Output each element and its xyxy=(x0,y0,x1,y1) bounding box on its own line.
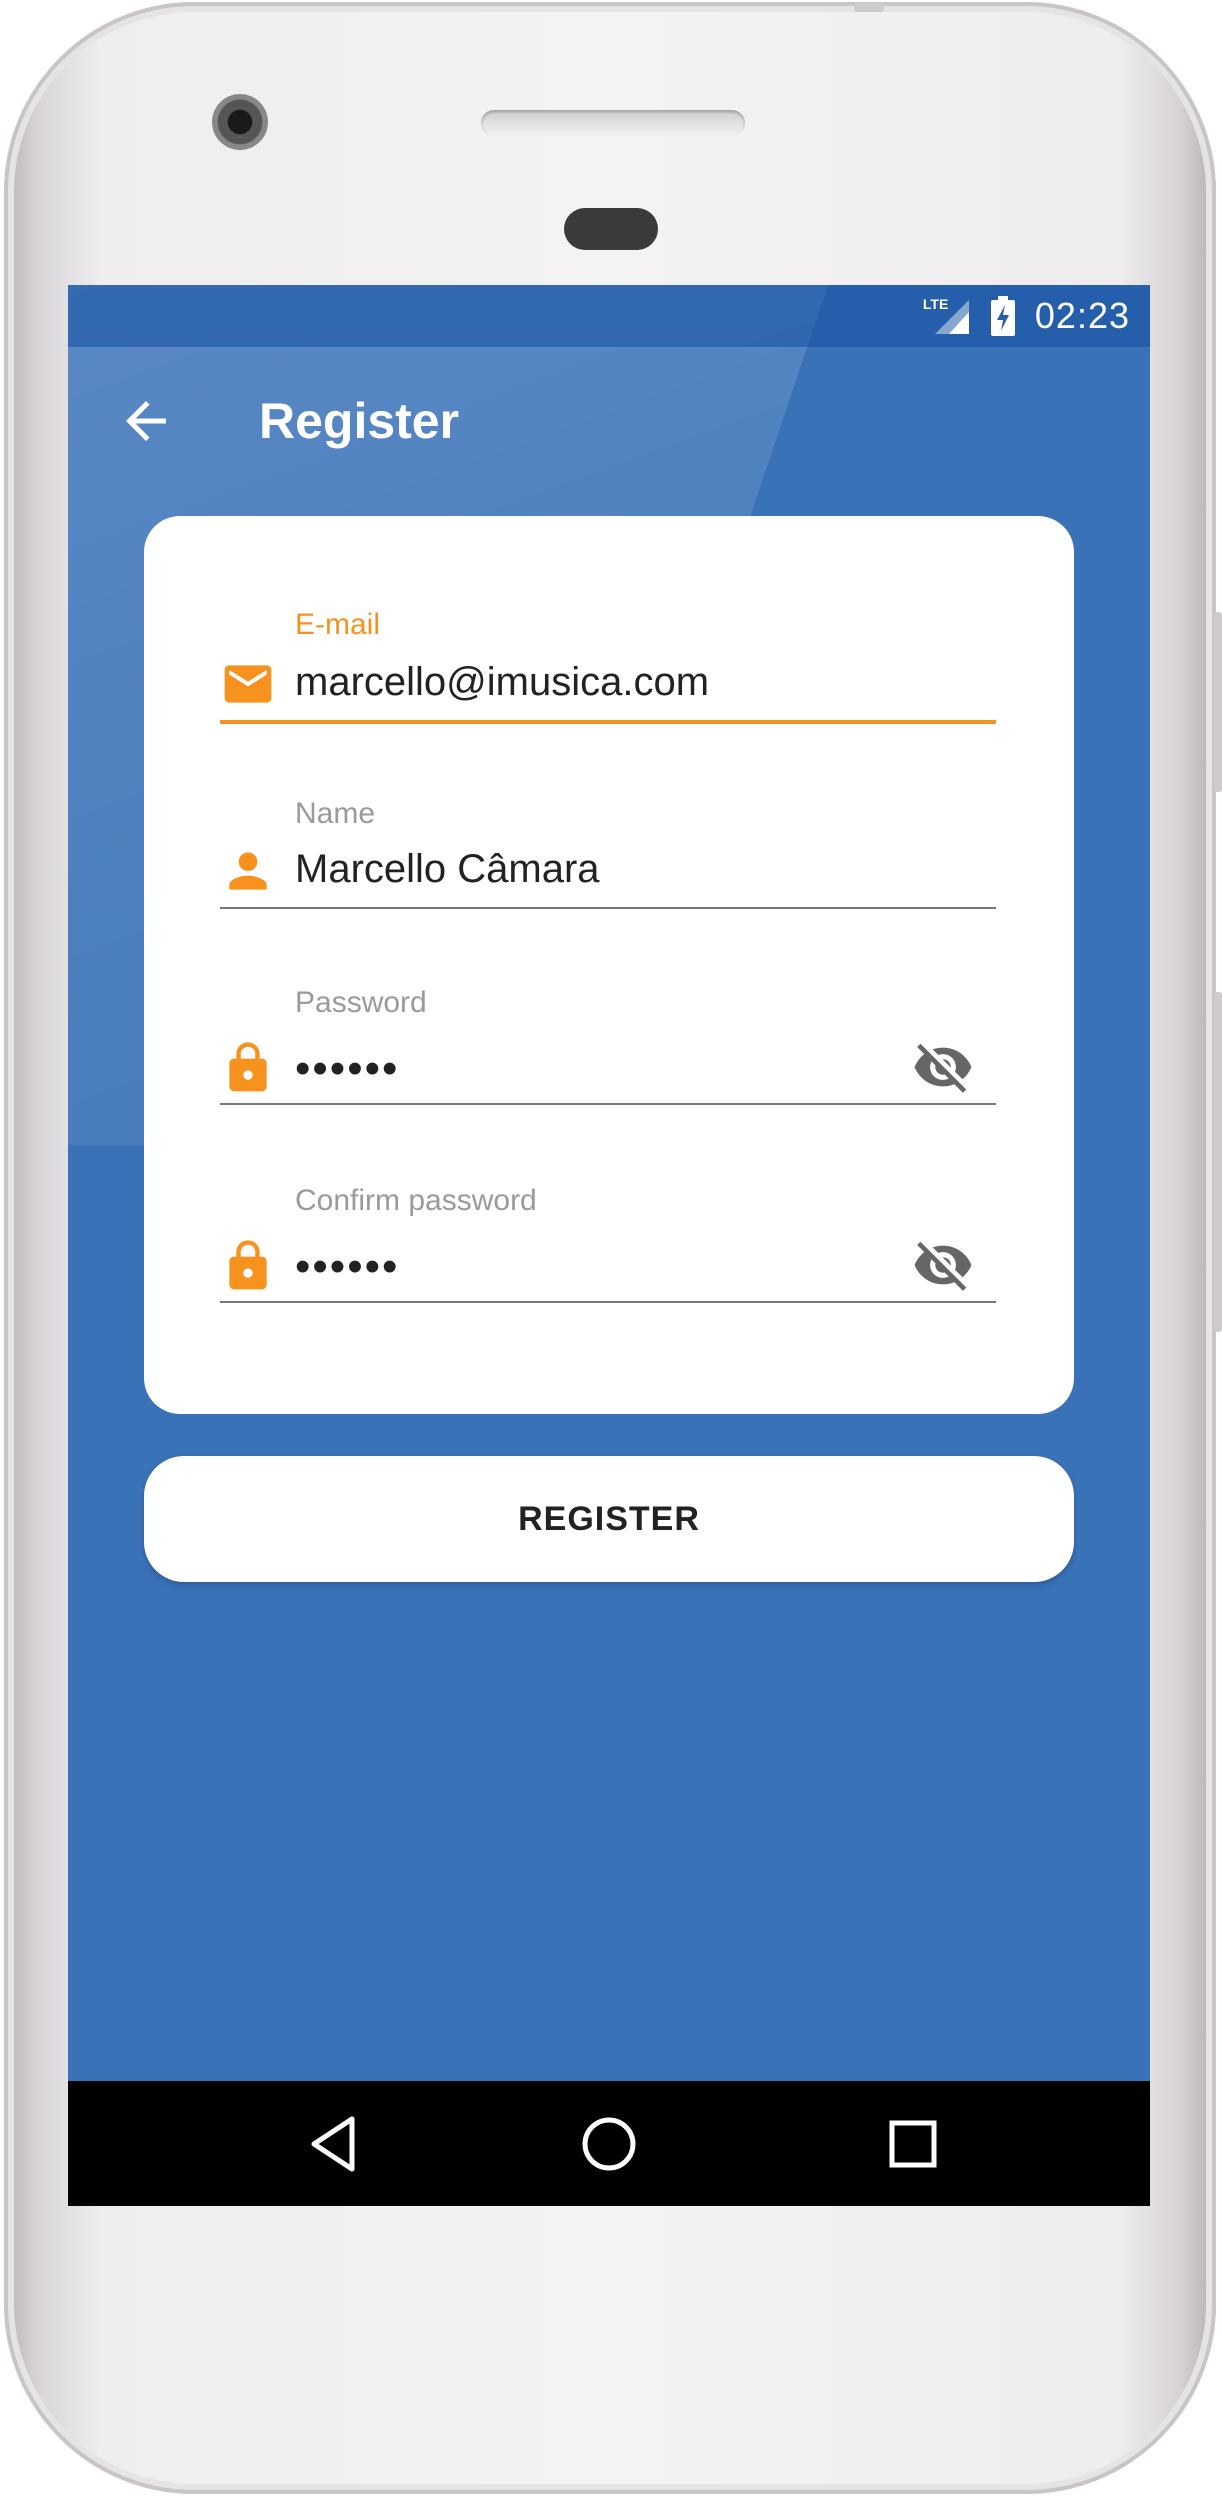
phone-frame: LTE 02:23 Register E-mail marcello@imusi… xyxy=(4,2,1222,2494)
email-label: E-mail xyxy=(295,608,381,641)
arrow-left-icon[interactable] xyxy=(116,391,176,451)
square-recents-icon[interactable] xyxy=(880,2111,946,2177)
confirm-password-label: Confirm password xyxy=(295,1184,537,1217)
name-underline xyxy=(220,907,996,909)
name-input[interactable]: Marcello Câmara xyxy=(295,847,600,892)
password-input[interactable]: •••••• xyxy=(295,1044,399,1094)
email-field[interactable]: E-mail marcello@imusica.com xyxy=(220,608,996,728)
network-type-label: LTE xyxy=(922,296,949,312)
circle-home-icon[interactable] xyxy=(576,2111,642,2177)
navigation-bar xyxy=(68,2081,1150,2206)
email-underline xyxy=(220,720,996,724)
proximity-sensor xyxy=(564,208,658,250)
register-form-card: E-mail marcello@imusica.com Name Marcell… xyxy=(144,516,1074,1414)
confirm-password-input[interactable]: •••••• xyxy=(295,1242,399,1292)
register-button[interactable]: REGISTER xyxy=(144,1456,1074,1582)
volume-button xyxy=(1214,992,1222,1332)
confirm-password-field[interactable]: Confirm password •••••• xyxy=(220,1184,996,1314)
power-button xyxy=(1214,612,1222,792)
name-label: Name xyxy=(295,797,376,830)
screen: LTE 02:23 Register E-mail marcello@imusi… xyxy=(68,285,1150,2206)
password-field[interactable]: Password •••••• xyxy=(220,986,996,1116)
page-title: Register xyxy=(259,393,460,449)
app-bar: Register xyxy=(68,347,1150,497)
person-icon xyxy=(220,843,276,899)
triangle-back-icon[interactable] xyxy=(304,2111,370,2177)
earpiece-speaker xyxy=(481,110,745,136)
front-camera xyxy=(212,94,268,150)
status-bar: LTE 02:23 xyxy=(68,285,1150,347)
eye-off-icon[interactable] xyxy=(912,1234,974,1296)
password-underline xyxy=(220,1103,996,1105)
battery-charging-icon xyxy=(990,296,1015,336)
lock-icon xyxy=(220,1238,276,1294)
clock: 02:23 xyxy=(1034,295,1130,336)
name-field[interactable]: Name Marcello Câmara xyxy=(220,797,996,917)
top-edge-notch xyxy=(854,2,884,12)
confirm-password-underline xyxy=(220,1301,996,1303)
lte-signal-icon: LTE xyxy=(923,296,971,336)
envelope-icon xyxy=(220,656,276,712)
email-input[interactable]: marcello@imusica.com xyxy=(295,660,709,705)
eye-off-icon[interactable] xyxy=(912,1036,974,1098)
password-label: Password xyxy=(295,986,427,1019)
lock-icon xyxy=(220,1040,276,1096)
